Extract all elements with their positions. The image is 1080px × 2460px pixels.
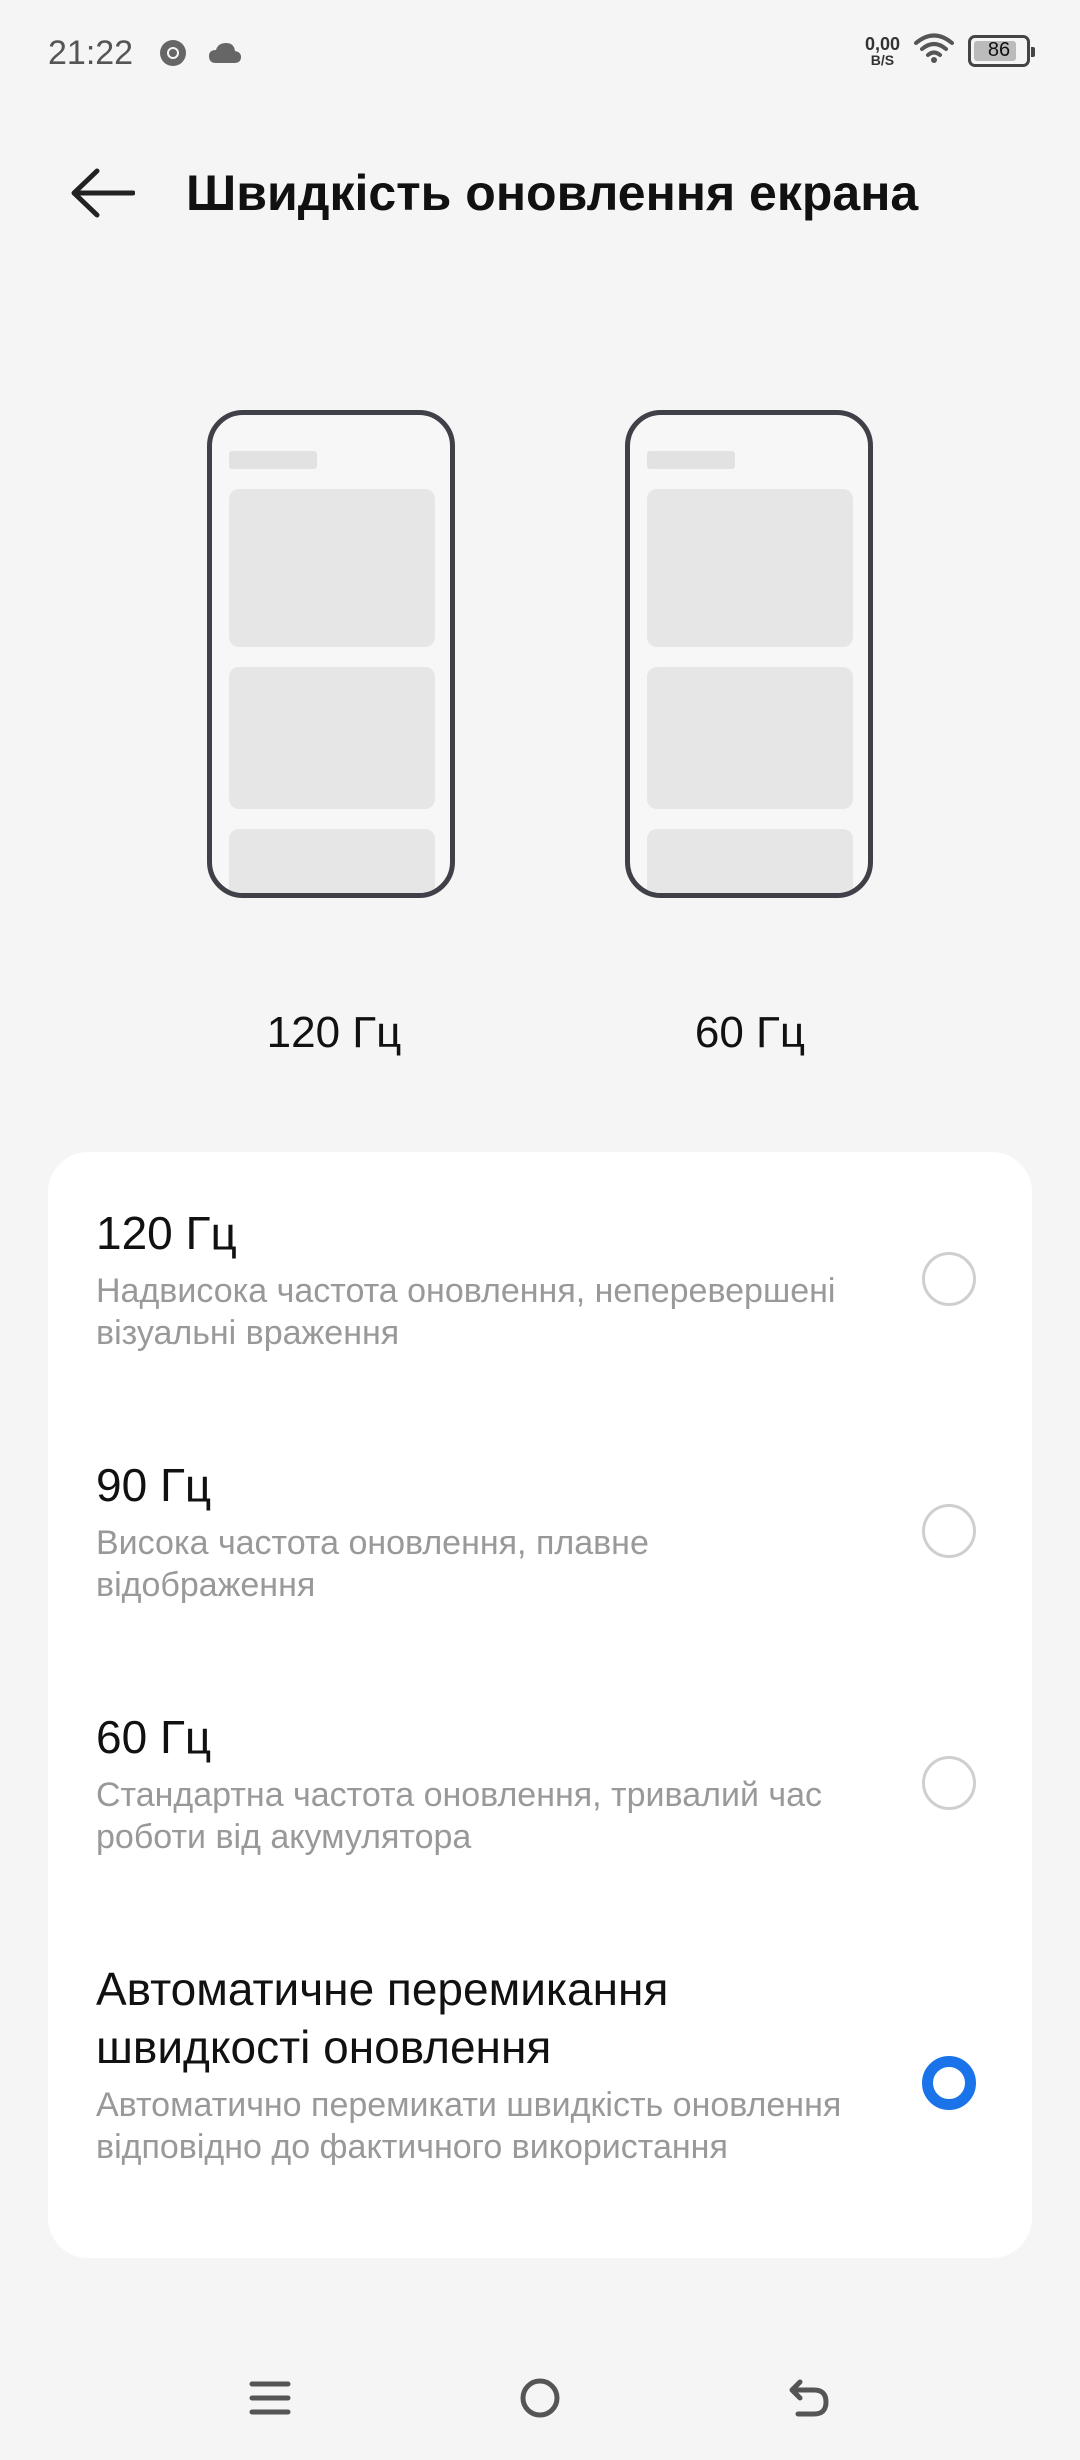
option-90hz[interactable]: 90 Гц Висока частота оновлення, плавне в… bbox=[48, 1404, 1032, 1654]
back-icon bbox=[788, 2376, 832, 2425]
preview-label-60: 60 Гц bbox=[694, 1008, 806, 1057]
placeholder-block bbox=[647, 829, 853, 893]
radio-button[interactable] bbox=[922, 1504, 976, 1558]
status-bar: 21:22 0,00 B/S 86 bbox=[0, 0, 1080, 110]
option-120hz[interactable]: 120 Гц Надвисока частота оновлення, непе… bbox=[48, 1152, 1032, 1402]
page-title: Швидкість оновлення екрана bbox=[186, 165, 919, 221]
back-arrow-icon bbox=[69, 167, 136, 224]
option-title: 60 Гц bbox=[96, 1711, 212, 1763]
option-description: Висока частота оновлення, плавне відобра… bbox=[96, 1524, 649, 1604]
option-60hz[interactable]: 60 Гц Стандартна частота оновлення, трив… bbox=[48, 1656, 1032, 1906]
radio-button-selected[interactable] bbox=[922, 2056, 976, 2110]
radio-button[interactable] bbox=[922, 1756, 976, 1810]
placeholder-bar bbox=[229, 451, 317, 469]
battery-icon: 86 bbox=[968, 34, 1035, 67]
back-button[interactable] bbox=[62, 160, 142, 230]
placeholder-block bbox=[229, 667, 435, 809]
refresh-rate-options: 120 Гц Надвисока частота оновлення, непе… bbox=[48, 1152, 1032, 2258]
placeholder-block bbox=[229, 829, 435, 893]
preview-120hz bbox=[207, 410, 455, 898]
home-button[interactable] bbox=[505, 2370, 575, 2430]
placeholder-block bbox=[647, 667, 853, 809]
phone-illustration bbox=[207, 410, 455, 898]
recent-apps-button[interactable] bbox=[235, 2370, 305, 2430]
option-description: Автоматично перемикати швидкість оновлен… bbox=[96, 2086, 842, 2166]
option-description: Надвисока частота оновлення, непереверше… bbox=[96, 1272, 836, 1352]
placeholder-block bbox=[647, 489, 853, 647]
back-nav-button[interactable] bbox=[775, 2370, 845, 2430]
cloud-icon bbox=[208, 41, 242, 70]
option-title: Автоматичне перемикання швидкості оновле… bbox=[96, 1963, 669, 2073]
status-time: 21:22 bbox=[48, 34, 134, 72]
chrome-icon bbox=[158, 38, 188, 73]
network-speed-unit: B/S bbox=[870, 51, 895, 68]
navigation-bar bbox=[0, 2340, 1080, 2460]
placeholder-block bbox=[229, 489, 435, 647]
menu-icon bbox=[248, 2376, 292, 2425]
status-right: 0,00 B/S 86 bbox=[865, 32, 1035, 69]
preview-60hz bbox=[625, 410, 873, 898]
battery-level: 86 bbox=[987, 39, 1011, 61]
home-icon bbox=[518, 2376, 562, 2425]
radio-button[interactable] bbox=[922, 1252, 976, 1306]
option-description: Стандартна частота оновлення, тривалий ч… bbox=[96, 1776, 823, 1856]
option-title: 90 Гц bbox=[96, 1459, 212, 1511]
option-auto[interactable]: Автоматичне перемикання швидкості оновле… bbox=[48, 1908, 1032, 2258]
network-speed: 0,00 B/S bbox=[865, 35, 900, 67]
wifi-icon bbox=[914, 32, 954, 69]
placeholder-bar bbox=[647, 451, 735, 469]
option-title: 120 Гц bbox=[96, 1207, 237, 1259]
header: Швидкість оновлення екрана bbox=[0, 150, 1080, 240]
status-left-icons bbox=[158, 38, 242, 73]
network-speed-value: 0,00 bbox=[864, 33, 900, 54]
preview-label-120: 120 Гц bbox=[266, 1008, 402, 1057]
phone-illustration bbox=[625, 410, 873, 898]
